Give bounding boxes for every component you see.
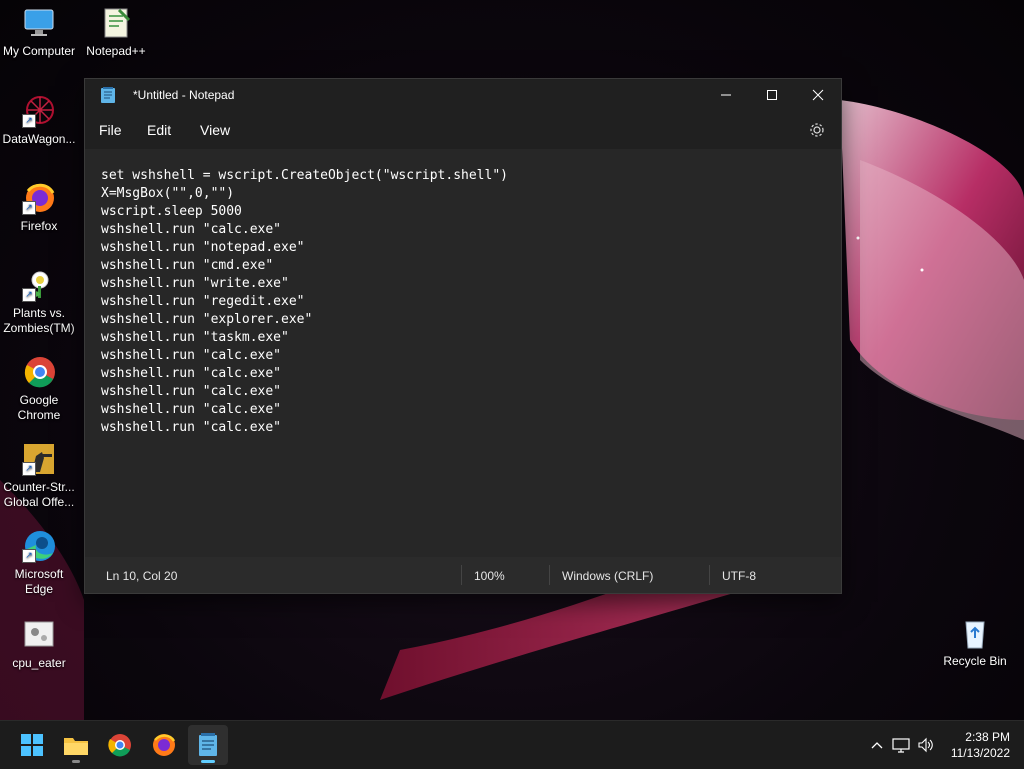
desktop-icon-label: Recycle Bin	[943, 654, 1007, 668]
desktop-icon-notepadpp[interactable]: Notepad++	[77, 6, 155, 59]
script-file-icon	[22, 618, 56, 652]
datawagon-icon: ↗	[22, 94, 56, 128]
shortcut-arrow-icon: ↗	[22, 288, 36, 302]
clock-date: 11/13/2022	[950, 746, 1010, 760]
speaker-icon	[918, 737, 933, 753]
desktop-icon-microsoft-edge[interactable]: ↗ Microsoft Edge	[0, 529, 78, 597]
volume-button[interactable]	[914, 734, 938, 756]
menu-bar: File Edit View	[85, 111, 841, 149]
firefox-icon: ↗	[22, 181, 56, 215]
taskbar-file-explorer[interactable]	[56, 725, 96, 765]
shortcut-arrow-icon: ↗	[22, 549, 36, 563]
taskbar-notepad[interactable]	[188, 725, 228, 765]
monitor-icon	[22, 6, 56, 40]
zoom-level: 100%	[474, 569, 505, 583]
desktop-icon-cpu-eater[interactable]: cpu_eater	[0, 618, 78, 671]
desktop-icon-label: Microsoft Edge	[14, 567, 64, 596]
window-title: *Untitled - Notepad	[133, 88, 235, 102]
status-divider	[461, 565, 462, 585]
menu-edit[interactable]: Edit	[147, 122, 171, 138]
desktop-icon-label: Plants vs. Zombies(TM)	[3, 306, 75, 335]
desktop-icon-recycle-bin[interactable]: Recycle Bin	[936, 616, 1014, 669]
title-bar[interactable]: *Untitled - Notepad	[85, 79, 841, 111]
clock-time: 2:38 PM	[965, 730, 1010, 744]
minimize-icon	[721, 94, 731, 96]
network-icon	[892, 738, 910, 753]
network-button[interactable]	[888, 734, 914, 756]
shortcut-arrow-icon: ↗	[22, 462, 36, 476]
recycle-bin-icon	[958, 616, 992, 650]
notepad-icon	[101, 87, 115, 103]
status-divider	[709, 565, 710, 585]
desktop-icon-plants-vs-zombies[interactable]: ↗ Plants vs. Zombies(TM)	[0, 268, 78, 336]
close-button[interactable]	[795, 79, 841, 111]
taskbar: 2:38 PM 11/13/2022	[0, 720, 1024, 769]
desktop-icon-counter-strike[interactable]: ↗ Counter-Str... Global Offe...	[0, 442, 78, 510]
minimize-button[interactable]	[703, 79, 749, 111]
line-ending: Windows (CRLF)	[562, 569, 654, 583]
menu-view[interactable]: View	[200, 122, 230, 138]
desktop-icon-label: DataWagon...	[2, 132, 76, 146]
close-icon	[812, 89, 824, 101]
chrome-icon	[22, 355, 56, 389]
chevron-up-icon	[871, 742, 883, 749]
desktop-icon-label: Counter-Str... Global Offe...	[3, 480, 75, 509]
csgo-icon: ↗	[22, 442, 56, 476]
settings-button[interactable]	[809, 122, 825, 138]
desktop-icon-label: cpu_eater	[12, 656, 66, 670]
desktop-icon-datawagon[interactable]: ↗ DataWagon...	[0, 94, 78, 147]
taskbar-firefox[interactable]	[144, 725, 184, 765]
notepadpp-icon	[99, 6, 133, 40]
firefox-icon	[153, 734, 176, 756]
menu-file[interactable]: File	[99, 122, 122, 138]
file-explorer-icon	[64, 738, 88, 755]
taskbar-clock[interactable]: 2:38 PM 11/13/2022	[951, 729, 1010, 761]
running-indicator	[72, 760, 80, 763]
cursor-position: Ln 10, Col 20	[106, 569, 178, 583]
desktop-icon-label: Notepad++	[86, 44, 146, 58]
system-tray	[866, 721, 938, 769]
start-icon	[21, 734, 43, 756]
desktop-icon-label: Google Chrome	[17, 393, 61, 422]
pvz-icon: ↗	[22, 268, 56, 302]
encoding: UTF-8	[722, 569, 756, 583]
desktop-icon-google-chrome[interactable]: Google Chrome	[0, 355, 78, 423]
start-button[interactable]	[12, 725, 52, 765]
desktop-icon-label: My Computer	[2, 44, 76, 58]
active-indicator	[201, 760, 215, 763]
taskbar-chrome[interactable]	[100, 725, 140, 765]
status-divider	[549, 565, 550, 585]
show-hidden-icons-button[interactable]	[866, 734, 888, 756]
desktop-icon-my-computer[interactable]: My Computer	[0, 6, 78, 59]
desktop-icon-firefox[interactable]: ↗ Firefox	[0, 181, 78, 234]
editor-content[interactable]: set wshshell = wscript.CreateObject("wsc…	[101, 167, 508, 437]
shortcut-arrow-icon: ↗	[22, 114, 36, 128]
gear-icon	[810, 123, 824, 137]
edge-icon: ↗	[22, 529, 56, 563]
notepad-icon	[199, 733, 217, 756]
shortcut-arrow-icon: ↗	[22, 201, 36, 215]
text-editor[interactable]: set wshshell = wscript.CreateObject("wsc…	[85, 149, 841, 557]
status-bar: Ln 10, Col 20 100% Windows (CRLF) UTF-8	[85, 557, 841, 593]
maximize-button[interactable]	[749, 79, 795, 111]
notepad-window[interactable]: *Untitled - Notepad File Edit View set w…	[84, 78, 842, 594]
maximize-icon	[767, 90, 777, 100]
chrome-icon	[108, 734, 131, 757]
desktop-icon-label: Firefox	[20, 219, 58, 233]
